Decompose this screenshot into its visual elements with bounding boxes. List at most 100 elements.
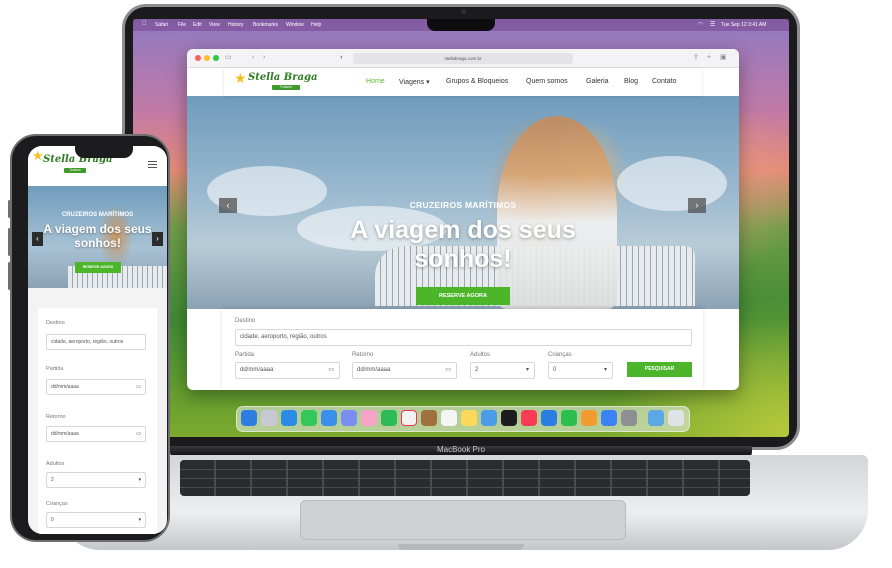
criancas-label: Crianças (548, 352, 572, 358)
reserve-now-button[interactable]: RESERVE AGORA (416, 287, 510, 305)
nav-contato[interactable]: Contato (652, 78, 677, 85)
menu-bookmarks[interactable]: Bookmarks (253, 22, 278, 28)
phone-destino-input[interactable]: cidade, aeroporto, região, outros (46, 334, 146, 350)
nav-galeria[interactable]: Galeria (586, 78, 609, 85)
menu-view[interactable]: View (209, 22, 220, 28)
logo-star-icon: ★ (234, 70, 247, 86)
control-center-icon[interactable]: ☰ (710, 21, 715, 28)
chevron-down-icon: ▾ (138, 517, 141, 523)
safari-icon[interactable] (281, 410, 297, 426)
phone-adultos-value: 2 (51, 477, 54, 483)
share-icon[interactable]: ⇪ (693, 53, 699, 63)
phone-slider-next-icon[interactable]: › (152, 232, 163, 246)
destino-label: Destino (235, 318, 256, 324)
notes-icon[interactable] (461, 410, 477, 426)
trash-icon[interactable] (668, 410, 684, 426)
finder-icon[interactable] (241, 410, 257, 426)
sidebar-icon[interactable]: ▭ (225, 53, 232, 63)
zoom-window-icon[interactable] (213, 55, 219, 61)
retorno-label: Retorno (352, 352, 374, 358)
back-icon[interactable]: ‹ (252, 53, 254, 63)
music-icon[interactable] (521, 410, 537, 426)
phone-criancas-value: 0 (51, 517, 54, 523)
phone-criancas-select[interactable]: 0 ▾ (46, 512, 146, 528)
menu-window[interactable]: Window (286, 22, 304, 28)
apple-tv-icon[interactable] (501, 410, 517, 426)
url-bar[interactable]: stellabraga.com.br (353, 53, 573, 64)
hero-kicker: CRUZEIROS MARÍTIMOS (409, 200, 517, 210)
phone-partida-date-input[interactable]: dd/mm/aaaa ▭ (46, 379, 146, 395)
phone-adultos-select[interactable]: 2 ▾ (46, 472, 146, 488)
retorno-date-input[interactable]: dd/mm/aaaa ▭ (352, 362, 457, 379)
phone-reserve-now-button[interactable]: RESERVE AGORA (75, 262, 121, 273)
menu-edit[interactable]: Edit (193, 22, 202, 28)
downloads-folder-icon[interactable] (648, 410, 664, 426)
destino-input[interactable]: cidade, aeroporto, região, outros (235, 329, 692, 346)
search-button[interactable]: PESQUISAR (627, 362, 692, 377)
calendar-icon[interactable]: ▭ (328, 363, 334, 378)
menu-history[interactable]: History (228, 22, 244, 28)
menu-file[interactable]: File (178, 22, 186, 28)
minimize-window-icon[interactable] (204, 55, 210, 61)
calendar-app-icon[interactable] (401, 410, 417, 426)
slider-next-icon[interactable]: › (688, 198, 706, 213)
facetime-icon[interactable] (381, 410, 397, 426)
hero-title-line-1: A viagem dos seus (350, 216, 576, 244)
phone-criancas-label: Crianças (46, 501, 68, 507)
messages-icon[interactable] (301, 410, 317, 426)
app-store-icon[interactable] (541, 410, 557, 426)
phone-destino-label: Destino (46, 320, 65, 326)
trackpad (300, 500, 626, 540)
phone-side-button (8, 200, 11, 218)
contacts-icon[interactable] (421, 410, 437, 426)
freeform-icon[interactable] (481, 410, 497, 426)
maps-icon[interactable] (341, 410, 357, 426)
phone-logo-subtitle: Turismo (64, 168, 86, 173)
menubar-clock[interactable]: Tue Sep 12 3:41 AM (721, 22, 766, 28)
site-logo[interactable]: Stella Braga (248, 72, 317, 83)
new-tab-icon[interactable]: + (707, 53, 711, 63)
adultos-select[interactable]: 2 ▾ (470, 362, 535, 379)
camera-icon (461, 9, 466, 14)
tab-overview-icon[interactable]: ▣ (720, 53, 727, 63)
safari-toolbar: ▭ ‹ › ◐ stellabraga.com.br ⇪ + ▣ (187, 49, 739, 68)
nav-home[interactable]: Home (366, 78, 385, 85)
calendar-icon[interactable]: ▭ (136, 427, 141, 441)
phone-hero-banner: CRUZEIROS MARÍTIMOS A viagem dos seus so… (28, 186, 167, 288)
forward-icon[interactable]: › (263, 53, 265, 63)
phone-volume-up (8, 228, 11, 256)
phone-retorno-date-input[interactable]: dd/mm/aaaa ▭ (46, 426, 146, 442)
phone-hero-title-line-2: sonhos! (74, 236, 121, 250)
calendar-icon[interactable]: ▭ (136, 380, 141, 394)
laptop-foot (398, 544, 524, 550)
wifi-icon[interactable]: ◠ (698, 21, 703, 28)
couple-image (497, 116, 617, 309)
numbers-icon[interactable] (561, 410, 577, 426)
laptop-model-label: MacBook Pro (436, 445, 486, 454)
nav-quem-somos[interactable]: Quem somos (526, 78, 568, 85)
hamburger-menu-icon[interactable] (148, 161, 157, 168)
system-settings-icon[interactable] (621, 410, 637, 426)
nav-blog[interactable]: Blog (624, 78, 638, 85)
phone-retorno-label: Retorno (46, 414, 66, 420)
privacy-shield-icon[interactable]: ◐ (340, 53, 344, 63)
nav-viagens[interactable]: Viagens ▾ (399, 78, 430, 86)
slider-prev-icon[interactable]: ‹ (219, 198, 237, 213)
apple-menu-icon[interactable]:  (142, 21, 147, 27)
menu-help[interactable]: Help (311, 22, 321, 28)
phone-partida-label: Partida (46, 366, 64, 372)
launchpad-icon[interactable] (261, 410, 277, 426)
nav-grupos-bloqueios[interactable]: Grupos & Bloqueios (446, 78, 508, 85)
hero-title: A viagem dos seus sonhos! (187, 216, 739, 274)
close-window-icon[interactable] (195, 55, 201, 61)
criancas-select[interactable]: 0 ▾ (548, 362, 613, 379)
pages-icon[interactable] (581, 410, 597, 426)
menu-safari[interactable]: Safari (155, 22, 168, 28)
mail-icon[interactable] (321, 410, 337, 426)
phone-slider-prev-icon[interactable]: ‹ (32, 232, 43, 246)
calendar-icon[interactable]: ▭ (445, 363, 451, 378)
photos-icon[interactable] (361, 410, 377, 426)
keynote-icon[interactable] (601, 410, 617, 426)
reminders-icon[interactable] (441, 410, 457, 426)
partida-date-input[interactable]: dd/mm/aaaa ▭ (235, 362, 340, 379)
